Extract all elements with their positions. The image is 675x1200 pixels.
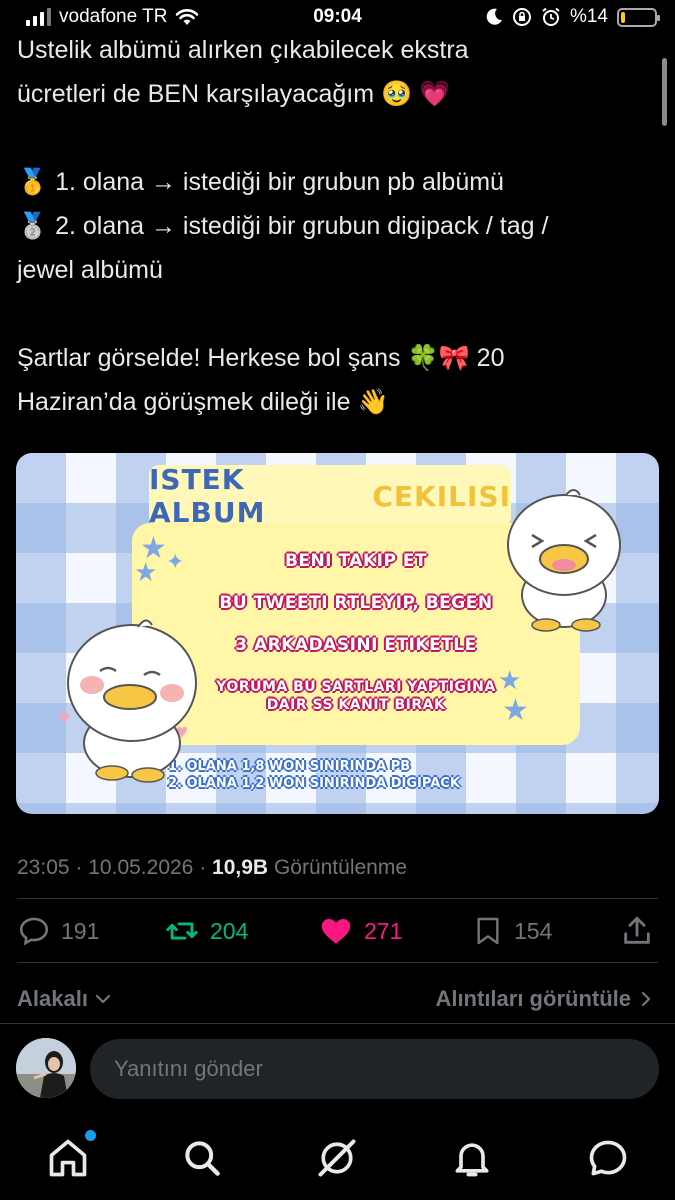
bottom-tab-bar — [0, 1118, 675, 1200]
carrier-label: vodafone TR — [59, 6, 168, 27]
like-count: 271 — [364, 917, 403, 944]
view-quotes-link[interactable]: Alıntıları görüntüle — [435, 986, 653, 1012]
tweet-text: Ustelik albümü alırken çıkabilecek ekstr… — [17, 28, 657, 424]
retweet-icon — [166, 922, 198, 940]
signal-icon — [26, 8, 51, 26]
bookmark-count: 154 — [514, 917, 553, 944]
tab-notifications[interactable] — [450, 1136, 494, 1180]
star-decoration-icon: ★ — [502, 694, 529, 727]
tab-messages[interactable] — [586, 1136, 630, 1180]
star-decoration-icon: ✦ — [166, 549, 185, 574]
tweet-line: jewel albümü — [17, 256, 163, 284]
reply-icon — [19, 917, 49, 946]
meta-separator: · — [75, 856, 83, 879]
scrollbar[interactable] — [662, 58, 667, 126]
tweet-line: ücretleri de BEN karşılayacağım 🥹 💗 — [17, 80, 451, 108]
moon-icon — [486, 8, 502, 25]
tweet-date: 10.05.2026 — [88, 856, 194, 879]
divider — [17, 898, 658, 899]
alarm-icon — [542, 7, 560, 26]
tab-grok[interactable] — [315, 1136, 359, 1180]
reply-composer — [0, 1023, 675, 1113]
tweet-meta: 23:05 · 10.05.2026 · 10,9B Görüntülenme — [17, 856, 407, 880]
messages-icon — [589, 1140, 627, 1176]
new-posts-indicator — [85, 1130, 96, 1141]
retweet-button[interactable]: 204 — [164, 914, 248, 948]
home-icon — [49, 1139, 87, 1177]
chevron-right-icon — [641, 991, 651, 1007]
tweet-media-image[interactable]: ISTEK ALBUM CEKILISI BENI TAKIP ET BU TW… — [16, 453, 659, 814]
tweet-actions: 191 204 271 154 — [0, 904, 675, 956]
tab-search[interactable] — [180, 1136, 224, 1180]
avatar[interactable] — [16, 1038, 76, 1098]
bookmark-icon — [477, 917, 499, 945]
avatar-image — [16, 1038, 76, 1098]
views-count: 10,9B — [212, 856, 269, 879]
related-label: Alakalı — [17, 986, 88, 1011]
notifications-icon — [455, 1143, 489, 1177]
prize-1: 1. OLANA 1,8 WON SINIRINDA PB — [168, 759, 411, 774]
prizes-text: 1. OLANA 1,8 WON SINIRINDA PB 2. OLANA 1… — [168, 758, 460, 792]
tweet-line: Ustelik albümü alırken çıkabilecek ekstr… — [17, 36, 469, 64]
tweet-time: 23:05 — [17, 856, 70, 879]
share-icon — [624, 916, 650, 944]
meta-separator: · — [199, 856, 207, 879]
battery-icon — [617, 7, 660, 27]
tweet-line: Şartlar görselde! Herkese bol şans 🍀🎀 20 — [17, 344, 505, 372]
duck-illustration-left — [67, 619, 197, 783]
views-label: Görüntülenme — [273, 856, 408, 879]
tab-home[interactable] — [46, 1130, 96, 1180]
search-icon — [185, 1141, 220, 1176]
quotes-label: Alıntıları görüntüle — [435, 986, 631, 1011]
retweet-count: 204 — [210, 917, 249, 944]
tweet-line: 🥈 2. olana → istediği bir grubun digipac… — [17, 212, 549, 240]
star-decoration-icon: ★ — [498, 665, 522, 695]
star-decoration-icon: ★ — [134, 557, 158, 587]
share-button[interactable] — [620, 914, 654, 948]
media-title-part1: ISTEK ALBUM — [149, 463, 266, 529]
divider — [17, 962, 658, 963]
wifi-icon — [176, 9, 199, 25]
battery-level — [621, 11, 626, 23]
duck-illustration-right — [507, 489, 621, 632]
battery-percent: %14 — [569, 6, 608, 27]
grok-icon — [318, 1139, 356, 1177]
like-button[interactable]: 271 — [318, 914, 402, 948]
prize-2: 2. OLANA 1,2 WON SINIRINDA DIGIPACK — [168, 776, 460, 791]
chevron-down-icon — [95, 994, 111, 1004]
reply-button[interactable]: 191 — [17, 914, 99, 948]
reply-input[interactable] — [90, 1039, 659, 1099]
rotation-lock-icon — [512, 8, 531, 26]
reply-count: 191 — [61, 917, 100, 944]
tweet-line: 🥇 1. olana → istediği bir grubun pb albü… — [17, 168, 504, 196]
media-title-part2: CEKILISI — [372, 479, 511, 513]
tweet-line: Haziran’da görüşmek dileği ile 👋 — [17, 388, 389, 416]
related-sort-dropdown[interactable]: Alakalı — [17, 986, 112, 1012]
heart-icon — [321, 918, 351, 944]
bookmark-button[interactable]: 154 — [472, 914, 552, 948]
media-title: ISTEK ALBUM CEKILISI — [149, 463, 511, 529]
